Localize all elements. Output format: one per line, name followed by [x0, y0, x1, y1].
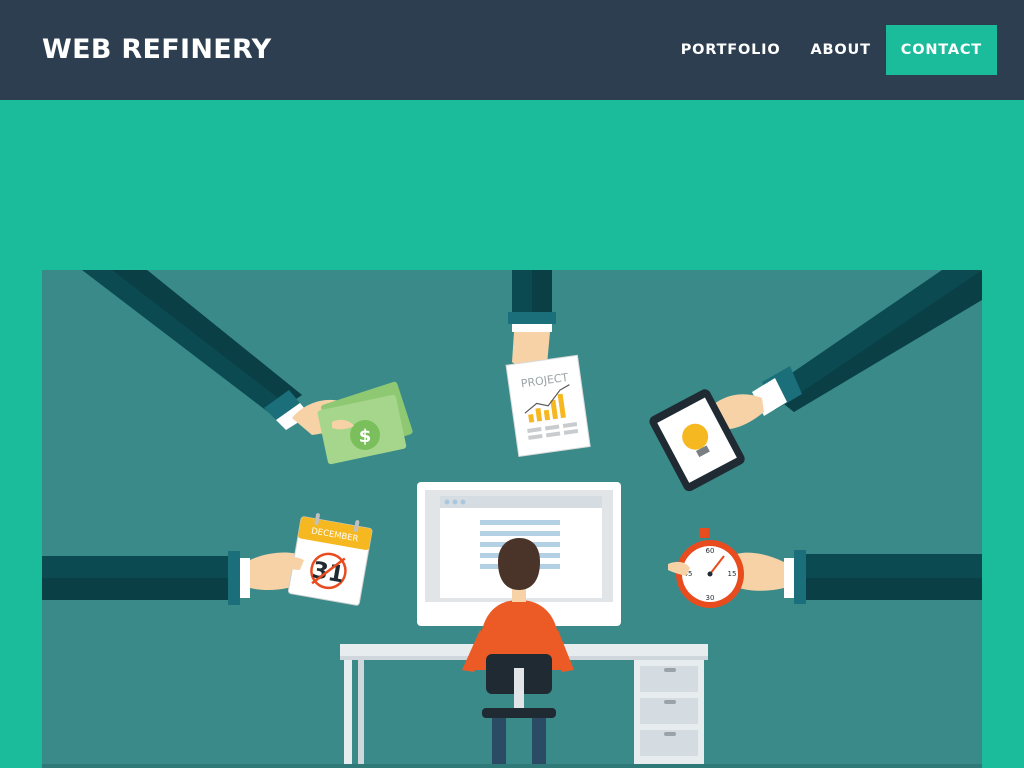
svg-text:$: $ — [359, 426, 372, 447]
illustration-svg: $ PROJECT DECEMBER 31 60 15 30 45 — [42, 270, 982, 768]
site-header: WEB REFINERY PORTFOLIO ABOUT CONTACT — [0, 0, 1024, 100]
nav-contact[interactable]: CONTACT — [885, 25, 997, 75]
svg-text:60: 60 — [706, 547, 715, 555]
main-nav: PORTFOLIO ABOUT CONTACT — [666, 25, 997, 75]
project-document: PROJECT — [505, 354, 591, 457]
nav-portfolio[interactable]: PORTFOLIO — [666, 25, 796, 75]
svg-text:15: 15 — [728, 570, 737, 578]
nav-about[interactable]: ABOUT — [796, 25, 886, 75]
svg-text:30: 30 — [706, 594, 715, 602]
hero-illustration: $ PROJECT DECEMBER 31 60 15 30 45 — [42, 270, 982, 768]
brand-logo[interactable]: WEB REFINERY — [42, 34, 271, 65]
